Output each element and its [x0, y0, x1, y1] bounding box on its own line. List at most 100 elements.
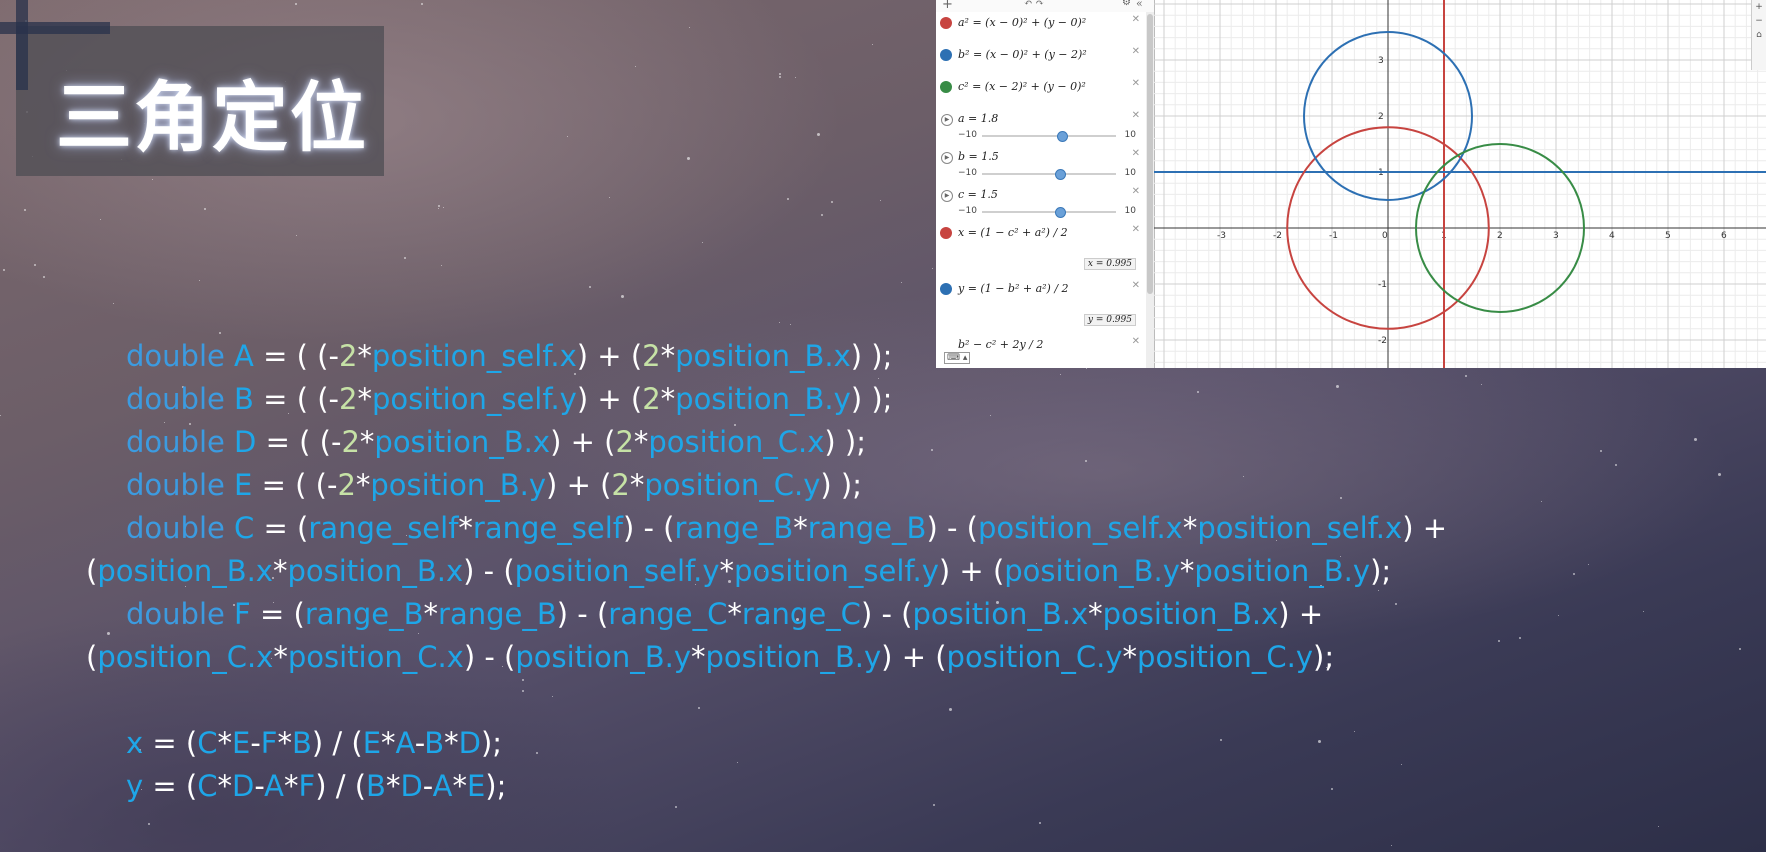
expression-formula[interactable]: c = 1.5: [958, 188, 998, 201]
code-punctuation: *: [727, 597, 742, 631]
add-expression-button[interactable]: +: [942, 0, 953, 12]
graph-color-icon[interactable]: [940, 227, 952, 239]
code-identifier: range_B: [304, 597, 424, 631]
zoom-in-button[interactable]: +: [1752, 0, 1766, 14]
play-icon[interactable]: ▶: [941, 190, 953, 202]
star: [295, 2, 298, 5]
code-punctuation: -: [422, 769, 433, 803]
expression-formula[interactable]: c² = (x − 2)² + (y − 0)²: [958, 80, 1086, 93]
code-line: y = (C*D-A*F) / (B*D-A*E);: [86, 766, 506, 806]
expression-formula[interactable]: a² = (x − 0)² + (y − 0)²: [958, 16, 1086, 29]
slider-thumb[interactable]: [1055, 169, 1067, 180]
slider-max: 10: [1124, 168, 1136, 178]
slider-min: −10: [958, 168, 977, 178]
star: [1498, 639, 1501, 642]
graph-color-icon[interactable]: [940, 283, 952, 295]
title-decoration-horizontal: [0, 22, 110, 34]
code-identifier: B: [291, 726, 312, 760]
code-line: double F = (range_B*range_B) - (range_C*…: [86, 594, 1323, 634]
code-keyword: double: [126, 511, 225, 545]
expression-formula[interactable]: y = (1 − b² + a²) / 2: [958, 282, 1069, 295]
play-icon[interactable]: ▶: [941, 152, 953, 164]
slider-track[interactable]: [982, 207, 1116, 218]
code-line: double A = ( (-2*position_self.x) + (2*p…: [86, 336, 892, 376]
expression-row[interactable]: ▶ c = 1.5 ✕ −10 10: [936, 184, 1146, 223]
play-icon[interactable]: ▶: [941, 114, 953, 126]
expression-formula[interactable]: b² = (x − 0)² + (y − 2)²: [958, 48, 1087, 61]
zoom-out-button[interactable]: −: [1752, 14, 1766, 28]
code-identifier: position_B.y: [675, 382, 851, 416]
star: [199, 279, 200, 281]
x-tick-label: 3: [1553, 231, 1559, 241]
star: [634, 65, 636, 67]
slider-track[interactable]: [982, 169, 1116, 180]
star: [698, 707, 701, 710]
slider-thumb[interactable]: [1057, 131, 1069, 142]
expression-row[interactable]: x = (1 − c² + a²) / 2 ✕ x = 0.995: [936, 222, 1146, 279]
expression-row[interactable]: y = (1 − b² + a²) / 2 ✕ y = 0.995: [936, 278, 1146, 335]
gear-icon[interactable]: ⚙: [1122, 0, 1131, 8]
expression-formula[interactable]: b² − c² + 2y / 2: [958, 338, 1043, 351]
x-tick-label: 4: [1609, 231, 1615, 241]
slider-track[interactable]: [982, 131, 1116, 142]
star: [779, 76, 782, 79]
expression-list: + ↶ ↷ ⚙ « a² = (x − 0)² + (y − 0)² ✕ b² = …: [936, 0, 1155, 368]
code-punctuation: *: [359, 425, 375, 459]
close-icon[interactable]: ✕: [1132, 46, 1140, 57]
code-identifier: F: [224, 597, 251, 631]
expression-row[interactable]: ▶ a = 1.8 ✕ −10 10: [936, 108, 1146, 147]
expression-row[interactable]: b² = (x − 0)² + (y − 2)² ✕: [936, 44, 1146, 77]
slider-max: 10: [1124, 130, 1136, 140]
code-punctuation: ) - (: [860, 597, 913, 631]
expression-row[interactable]: a² = (x − 0)² + (y − 0)² ✕: [936, 12, 1146, 45]
star: [1519, 636, 1522, 639]
code-line: double B = ( (-2*position_self.y) + (2*p…: [86, 379, 892, 419]
star: [1558, 615, 1560, 616]
code-punctuation: );: [480, 726, 503, 760]
graph-color-icon[interactable]: [940, 49, 952, 61]
star: [437, 207, 439, 209]
y-tick-label: 3: [1378, 56, 1384, 66]
code-punctuation: ) - (: [556, 597, 609, 631]
code-identifier: E: [362, 726, 382, 760]
code-punctuation: *: [385, 769, 401, 803]
close-icon[interactable]: ✕: [1132, 336, 1140, 347]
star: [522, 679, 525, 682]
slider-thumb[interactable]: [1055, 207, 1067, 218]
star: [900, 281, 902, 283]
code-punctuation: ) + (: [576, 382, 643, 416]
keyboard-icon[interactable]: ⌨ ▴: [944, 352, 971, 364]
close-icon[interactable]: ✕: [1132, 78, 1140, 89]
expression-row[interactable]: ▶ b = 1.5 ✕ −10 10: [936, 146, 1146, 185]
expression-formula[interactable]: x = (1 − c² + a²) / 2: [958, 226, 1068, 239]
code-identifier: D: [224, 425, 257, 459]
code-punctuation: ) +: [1278, 597, 1324, 631]
star: [218, 332, 221, 335]
expression-formula[interactable]: a = 1.8: [958, 112, 998, 125]
star: [1658, 826, 1660, 828]
close-icon[interactable]: ✕: [1132, 224, 1140, 235]
collapse-icon[interactable]: «: [1136, 0, 1143, 10]
star: [1339, 496, 1342, 499]
close-icon[interactable]: ✕: [1132, 14, 1140, 25]
home-icon[interactable]: ⌂: [1752, 28, 1766, 42]
graph-color-icon[interactable]: [940, 81, 952, 93]
code-punctuation: );: [1370, 554, 1392, 588]
expression-row[interactable]: c² = (x − 2)² + (y − 0)² ✕: [936, 76, 1146, 109]
undo-redo-icon[interactable]: ↶ ↷: [1024, 0, 1044, 9]
close-icon[interactable]: ✕: [1132, 280, 1140, 291]
code-identifier: position_B.x: [287, 554, 464, 588]
expression-formula[interactable]: b = 1.5: [958, 150, 999, 163]
close-icon[interactable]: ✕: [1132, 186, 1140, 197]
graph-color-icon[interactable]: [940, 17, 952, 29]
code-punctuation: = ( (-: [253, 382, 340, 416]
star: [817, 133, 821, 137]
close-icon[interactable]: ✕: [1132, 110, 1140, 121]
graph-canvas[interactable]: -3-2-101234567321-1-2 + − ⌂: [1154, 0, 1766, 368]
expression-scroll-thumb[interactable]: [1147, 14, 1153, 294]
code-punctuation: ) + (: [881, 640, 947, 674]
close-icon[interactable]: ✕: [1132, 148, 1140, 159]
star: [440, 265, 442, 267]
graph-svg[interactable]: -3-2-101234567321-1-2: [1154, 0, 1766, 368]
code-identifier: range_B: [807, 511, 927, 545]
